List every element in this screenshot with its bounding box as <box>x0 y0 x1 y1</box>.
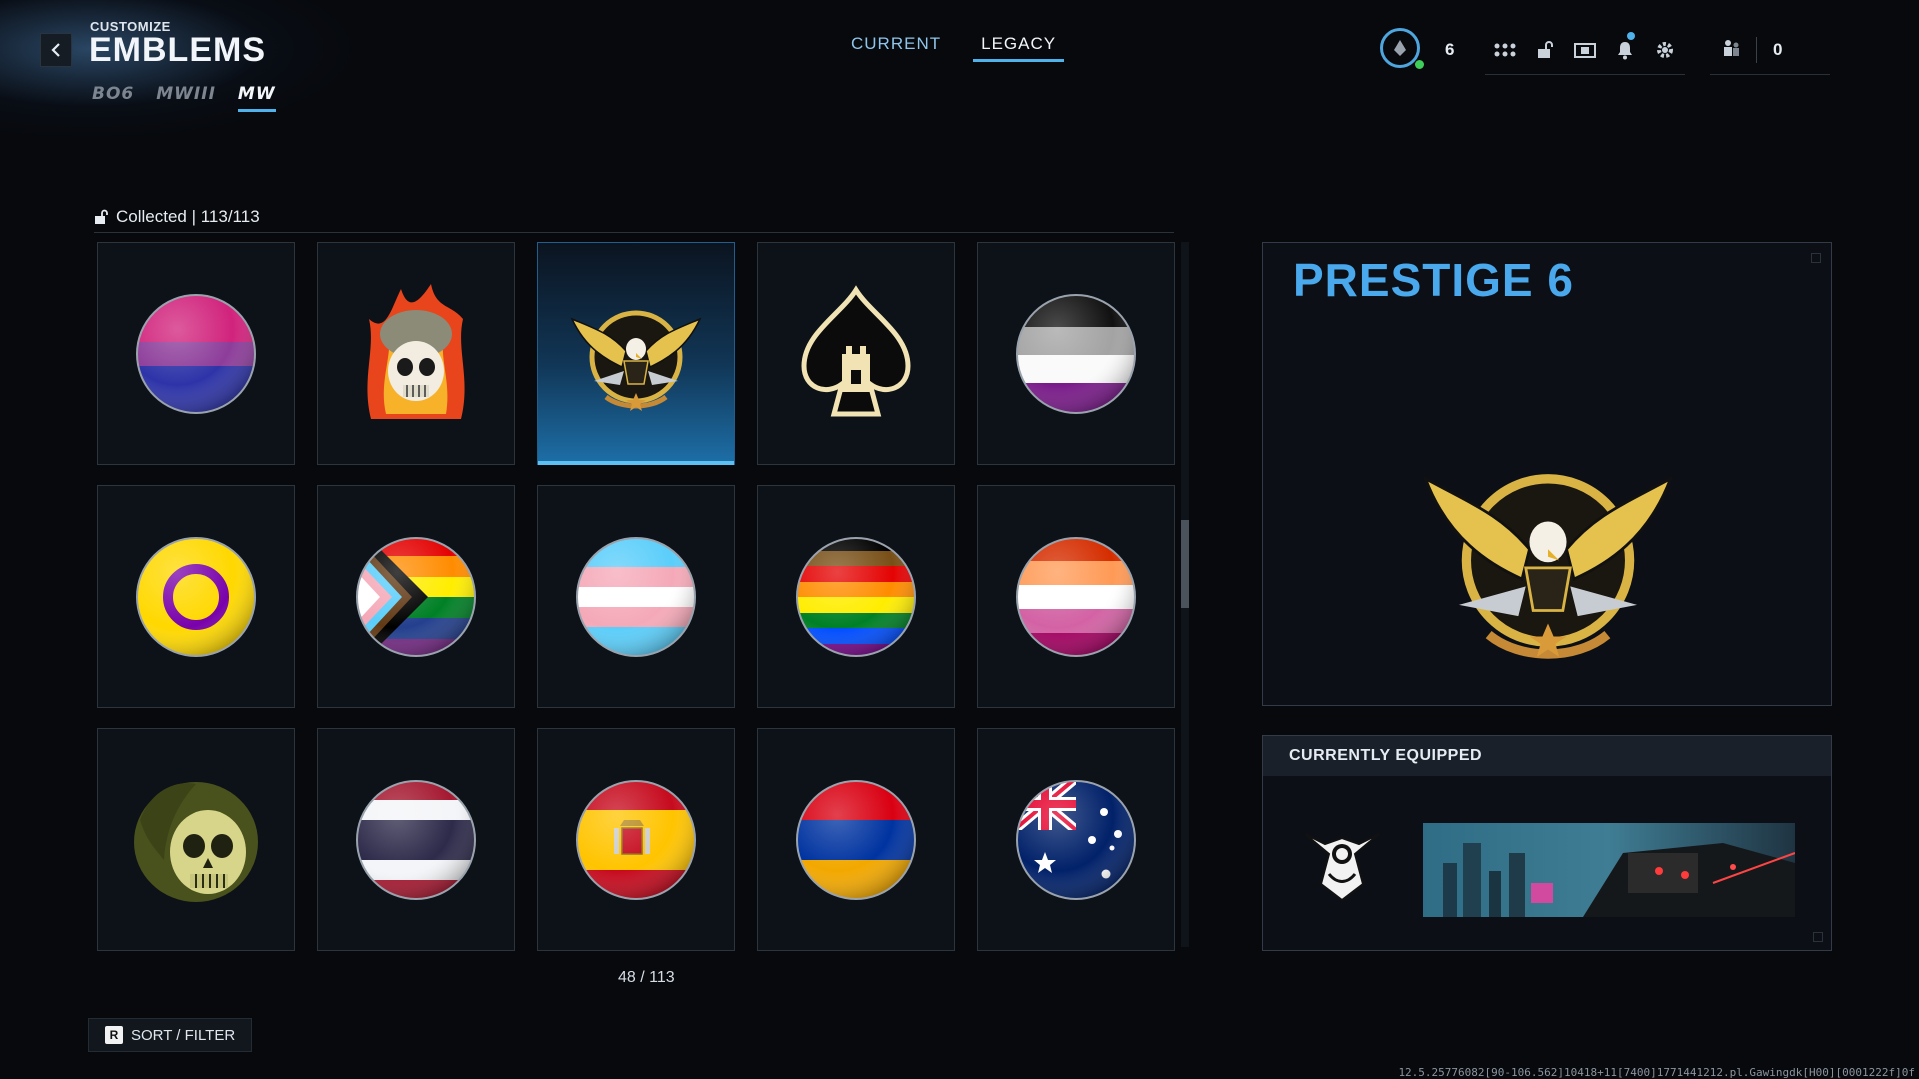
notification-dot <box>1627 32 1635 40</box>
preview-title: PRESTIGE 6 <box>1293 254 1574 306</box>
tab-mw[interactable]: MW <box>237 84 276 112</box>
collected-label: Collected | 113/113 <box>116 207 260 226</box>
emblem-tile-prestige-6[interactable] <box>537 242 735 465</box>
chevron-left-icon <box>51 43 60 57</box>
equipped-emblem[interactable] <box>1299 824 1385 904</box>
emblem-tile-thailand-flag[interactable] <box>317 728 515 951</box>
transgender-flag-emblem <box>576 536 696 657</box>
equipped-calling-card[interactable] <box>1423 823 1795 917</box>
tab-current[interactable]: CURRENT <box>843 34 949 62</box>
collected-counter: Collected | 113/113 <box>94 207 260 227</box>
scrollbar-thumb[interactable] <box>1181 520 1189 608</box>
party-icon[interactable] <box>1722 38 1742 63</box>
armenia-flag-emblem <box>796 779 916 900</box>
emblem-tile-ace-of-spades[interactable] <box>757 242 955 465</box>
emblem-tile-flaming-skull[interactable] <box>317 242 515 465</box>
emblem-tile-spain-flag[interactable] <box>537 728 735 951</box>
build-info: 12.5.25776082[90-106.562]10418+11[7400]1… <box>1398 1066 1915 1079</box>
store-icon[interactable] <box>1565 41 1605 59</box>
party-count: 0 <box>1773 40 1783 59</box>
prestige-eagle-emblem <box>570 310 702 411</box>
lesbian-flag-emblem <box>1016 536 1136 657</box>
prestige-level: 6 <box>1445 40 1455 59</box>
ghost-skull-emblem <box>134 781 258 902</box>
corner-decoration <box>1813 932 1823 942</box>
emblem-tile-transgender-flag[interactable] <box>537 485 735 708</box>
page-title: EMBLEMS <box>89 31 266 69</box>
emblem-tile-asexual-flag[interactable] <box>977 242 1175 465</box>
equipped-heading: CURRENTLY EQUIPPED <box>1263 736 1831 776</box>
progress-pride-flag-emblem <box>356 536 476 657</box>
emblem-tile-progress-pride-flag[interactable] <box>317 485 515 708</box>
r-key-icon: R <box>105 1026 123 1044</box>
tab-bo6[interactable]: BO6 <box>92 84 134 112</box>
emblem-tile-philadelphia-pride-flag[interactable] <box>757 485 955 708</box>
tab-mwiii[interactable]: MWIII <box>156 84 216 112</box>
emblem-tile-australia-flag[interactable] <box>977 728 1175 951</box>
gear-icon[interactable] <box>1645 40 1685 60</box>
prestige-icon <box>1394 40 1406 56</box>
header-glow <box>0 0 360 140</box>
thailand-flag-emblem <box>356 779 476 900</box>
emblem-tile-armenia-flag[interactable] <box>757 728 955 951</box>
prestige-badge[interactable] <box>1380 28 1420 68</box>
unlock-icon[interactable] <box>1525 40 1565 60</box>
party-area: 0 <box>1710 26 1830 75</box>
prestige-eagle-emblem <box>1422 474 1674 659</box>
bell-icon[interactable] <box>1605 32 1645 60</box>
emblem-tile-intersex-flag[interactable] <box>97 485 295 708</box>
party-divider <box>1756 37 1757 63</box>
mode-tabs: CURRENT LEGACY <box>843 34 1088 62</box>
currently-equipped-panel: CURRENTLY EQUIPPED <box>1262 735 1832 951</box>
asexual-flag-emblem <box>1016 293 1136 414</box>
emblem-tile-bisexual-flag[interactable] <box>97 242 295 465</box>
flaming-skull-emblem <box>367 283 465 419</box>
intersex-flag-emblem <box>136 536 256 657</box>
emblem-tile-lesbian-flag[interactable] <box>977 485 1175 708</box>
collected-divider <box>94 232 1174 233</box>
australia-flag-emblem <box>1016 779 1136 900</box>
page-count: 48 / 113 <box>618 969 675 986</box>
ace-of-spades-emblem <box>801 284 911 416</box>
spain-flag-emblem <box>576 779 696 900</box>
sort-filter-button[interactable]: R SORT / FILTER <box>88 1018 252 1052</box>
game-tabs: BO6 MWIII MW <box>92 84 298 112</box>
tab-legacy[interactable]: LEGACY <box>973 34 1065 62</box>
philadelphia-pride-flag-emblem <box>796 536 916 657</box>
unlock-icon <box>95 209 108 224</box>
bisexual-flag-emblem <box>136 293 256 414</box>
corner-decoration <box>1811 253 1821 263</box>
top-icons <box>1485 26 1685 75</box>
grid-menu-icon[interactable] <box>1485 42 1525 58</box>
sort-filter-label: SORT / FILTER <box>131 1026 236 1044</box>
back-button[interactable] <box>40 33 72 67</box>
emblem-preview-panel: PRESTIGE 6 <box>1262 242 1832 706</box>
online-status-dot <box>1415 60 1424 69</box>
emblem-tile-ghost-skull[interactable] <box>97 728 295 951</box>
